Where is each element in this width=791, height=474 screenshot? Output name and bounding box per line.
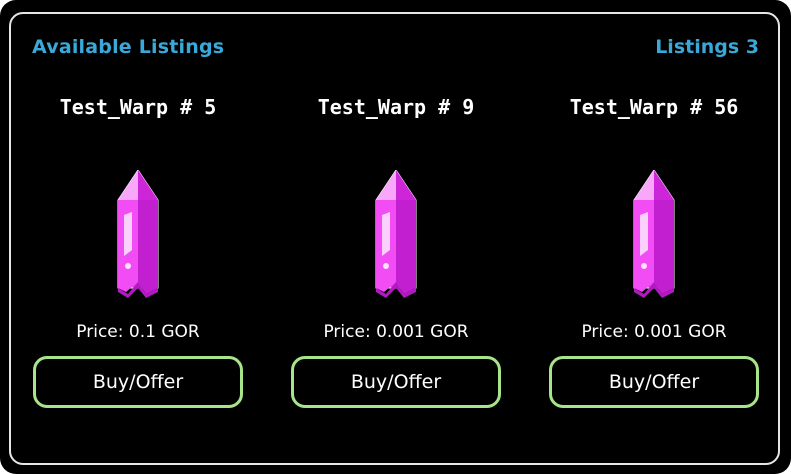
pink-crystal-icon — [88, 169, 188, 310]
listing-card: Test_Warp # 9 Price: 0.001 GOR Buy/Offer — [291, 90, 501, 410]
listings-panel: Available Listings Listings 3 Test_Warp … — [0, 0, 791, 474]
listing-card: Test_Warp # 56 Price: 0.001 GOR Buy/Offe… — [549, 90, 759, 410]
buy-offer-button[interactable]: Buy/Offer — [33, 356, 243, 408]
pink-crystal-icon — [346, 169, 446, 310]
listing-price: Price: 0.1 GOR — [76, 322, 200, 342]
listing-title: Test_Warp # 5 — [59, 95, 217, 119]
listing-title: Test_Warp # 56 — [569, 95, 739, 119]
listing-title: Test_Warp # 9 — [317, 95, 475, 119]
page-title: Available Listings — [32, 36, 225, 58]
listing-price: Price: 0.001 GOR — [323, 322, 469, 342]
buy-offer-button[interactable]: Buy/Offer — [291, 356, 501, 408]
listings-count: Listings 3 — [655, 36, 759, 58]
buy-offer-button[interactable]: Buy/Offer — [549, 356, 759, 408]
listing-card: Test_Warp # 5 Price: 0.1 GOR Buy/Offer — [33, 90, 243, 410]
pink-crystal-icon — [604, 169, 704, 310]
listing-price: Price: 0.001 GOR — [581, 322, 727, 342]
